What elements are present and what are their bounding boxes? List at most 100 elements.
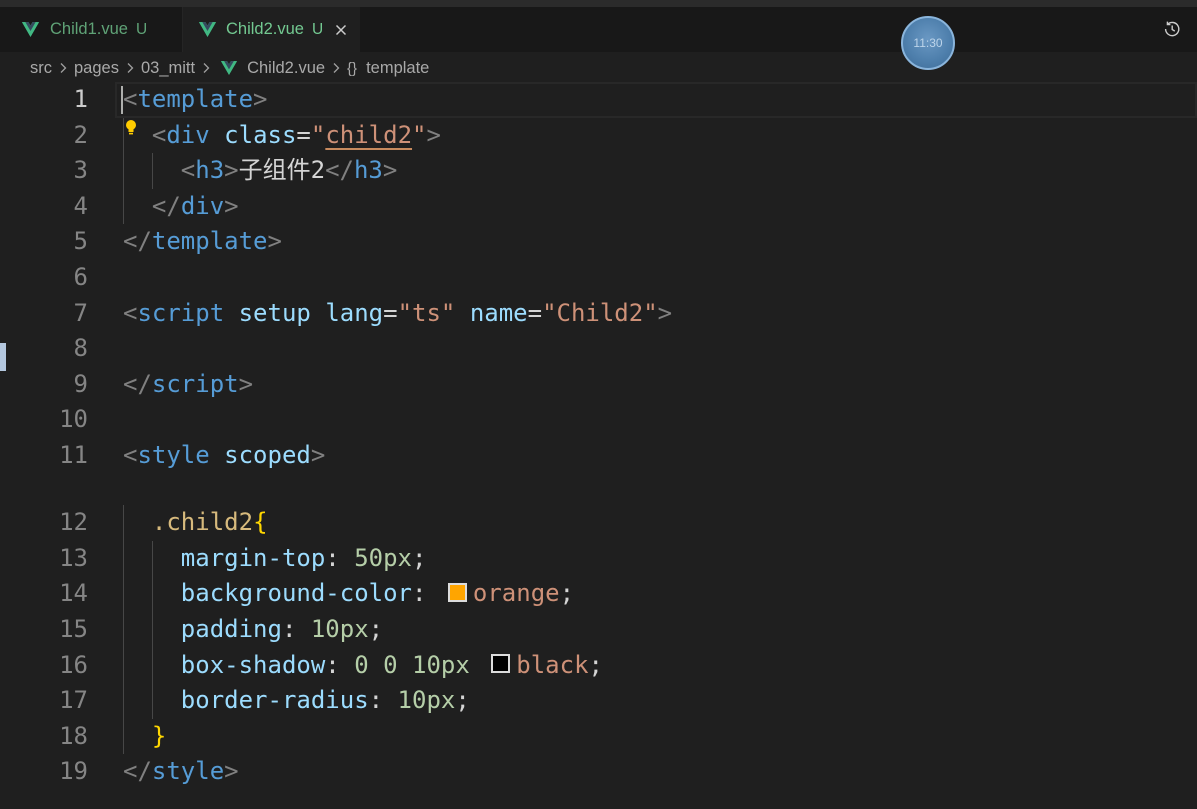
- line-content[interactable]: .child2{: [123, 505, 268, 541]
- breadcrumb: src pages 03_mitt Child2.vue {} template: [0, 53, 1197, 83]
- css-number: 10px: [310, 614, 369, 643]
- line-content[interactable]: <h3>子组件2</h3>: [123, 153, 398, 189]
- line-content[interactable]: <script setup lang="ts" name="Child2">: [123, 296, 672, 332]
- code-line[interactable]: 17 border-radius: 10px;: [0, 683, 1197, 719]
- breadcrumb-item-child2-vue[interactable]: Child2.vue: [217, 59, 325, 78]
- vue-icon: [199, 22, 216, 37]
- tag-name: script: [151, 369, 239, 398]
- code-line[interactable]: 1 <template>: [0, 82, 1197, 118]
- line-content[interactable]: </script>: [123, 367, 253, 403]
- tag-name: div: [166, 120, 210, 149]
- breadcrumb-item-03-mitt[interactable]: 03_mitt: [141, 59, 195, 78]
- string-literal: ": [412, 120, 427, 149]
- line-content[interactable]: border-radius: 10px;: [123, 683, 470, 719]
- operator: ;: [559, 579, 575, 608]
- vue-icon-graphic: [199, 22, 216, 37]
- tag-bracket: >: [657, 298, 673, 327]
- tag-bracket: >: [426, 120, 441, 149]
- code-line[interactable]: 8: [0, 331, 1197, 367]
- operator: ;: [588, 650, 603, 679]
- text-content: 子组件2: [238, 156, 326, 185]
- attribute-name: scoped: [224, 440, 311, 469]
- tab-child2-vue[interactable]: Child2.vue U: [183, 7, 360, 52]
- line-content[interactable]: <div class="child2">: [123, 118, 441, 154]
- chevron-right-icon: [58, 62, 68, 74]
- chevron-right-icon-graphic: [333, 63, 340, 73]
- tag-name: style: [137, 440, 210, 469]
- line-number: 8: [73, 334, 88, 363]
- tag-bracket: <: [123, 85, 138, 113]
- code-line[interactable]: 15 padding: 10px;: [0, 612, 1197, 648]
- line-content[interactable]: <template>: [123, 82, 268, 118]
- tag-bracket: >: [267, 227, 282, 256]
- close-icon-graphic: [336, 24, 347, 35]
- brace: {: [253, 508, 268, 537]
- breadcrumb-item-src[interactable]: src: [30, 59, 52, 78]
- operator: :: [411, 579, 427, 608]
- breadcrumb-item-template[interactable]: {} template: [347, 59, 429, 78]
- lightbulb-icon[interactable]: [125, 119, 137, 136]
- tag-bracket: >: [224, 191, 239, 220]
- clock-overlay: 11:30: [901, 16, 955, 70]
- tab-bar: Child1.vue U Child2.vue U: [0, 7, 1197, 52]
- operator: ;: [368, 614, 384, 643]
- text-cursor: [121, 86, 123, 114]
- code-line[interactable]: 11 <style scoped>: [0, 438, 1197, 474]
- code-line[interactable]: 19 </style>: [0, 754, 1197, 790]
- tag-bracket: <: [180, 156, 196, 185]
- code-line[interactable]: 2 <div class="child2">: [0, 118, 1197, 154]
- code-line[interactable]: 6: [0, 260, 1197, 296]
- color-swatch[interactable]: [491, 654, 511, 673]
- code-line[interactable]: 18 }: [0, 719, 1197, 755]
- code-line[interactable]: 14 background-color: orange;: [0, 576, 1197, 612]
- code-line[interactable]: 9 </script>: [0, 367, 1197, 403]
- line-content[interactable]: margin-top: 50px;: [123, 541, 427, 577]
- css-property: padding: [180, 614, 282, 643]
- tag-bracket: </: [123, 369, 152, 398]
- breadcrumb-label: Child2.vue: [247, 58, 326, 77]
- line-content[interactable]: padding: 10px;: [123, 612, 383, 648]
- tag-bracket: >: [238, 369, 254, 398]
- line-content[interactable]: }: [123, 719, 166, 755]
- tag-name: h3: [195, 156, 225, 185]
- code-line[interactable]: 13 margin-top: 50px;: [0, 541, 1197, 577]
- color-swatch[interactable]: [447, 582, 467, 602]
- line-content[interactable]: background-color: orange;: [123, 576, 574, 612]
- line-content[interactable]: </div>: [123, 189, 239, 225]
- close-icon[interactable]: [335, 24, 347, 36]
- operator: :: [325, 543, 340, 572]
- line-number: 18: [59, 721, 88, 750]
- code-line[interactable]: 10: [0, 402, 1197, 438]
- git-status-badge: U: [311, 20, 324, 38]
- line-content[interactable]: </style>: [123, 754, 239, 790]
- code-line[interactable]: 4 </div>: [0, 189, 1197, 225]
- code-line[interactable]: 16 box-shadow: 0 0 10px black;: [0, 648, 1197, 684]
- line-content[interactable]: <style scoped>: [123, 438, 325, 474]
- code-editor[interactable]: 1 <template> 2 <div class="child2"> 3 <h3>子…: [0, 82, 1197, 790]
- breadcrumb-item-pages[interactable]: pages: [74, 59, 119, 78]
- css-property: margin-top: [180, 543, 326, 572]
- code-line[interactable]: 12 .child2{: [0, 505, 1197, 541]
- code-line[interactable]: 5 </template>: [0, 224, 1197, 260]
- tag-bracket: >: [253, 85, 268, 113]
- line-content[interactable]: box-shadow: 0 0 10px black;: [123, 648, 603, 684]
- line-number: 6: [73, 262, 88, 291]
- tab-child1-vue[interactable]: Child1.vue U: [8, 7, 183, 52]
- tag-name: script: [137, 298, 225, 327]
- line-number: 16: [59, 650, 88, 679]
- operator: :: [281, 614, 297, 643]
- history-icon[interactable]: [1162, 19, 1182, 39]
- line-number: 19: [59, 757, 88, 786]
- tag-name: template: [137, 85, 254, 113]
- code-line[interactable]: 7 <script setup lang="ts" name="Child2">: [0, 296, 1197, 332]
- code-line[interactable]: 3 <h3>子组件2</h3>: [0, 153, 1197, 189]
- line-content[interactable]: </template>: [123, 224, 282, 260]
- css-number: 0: [354, 650, 369, 679]
